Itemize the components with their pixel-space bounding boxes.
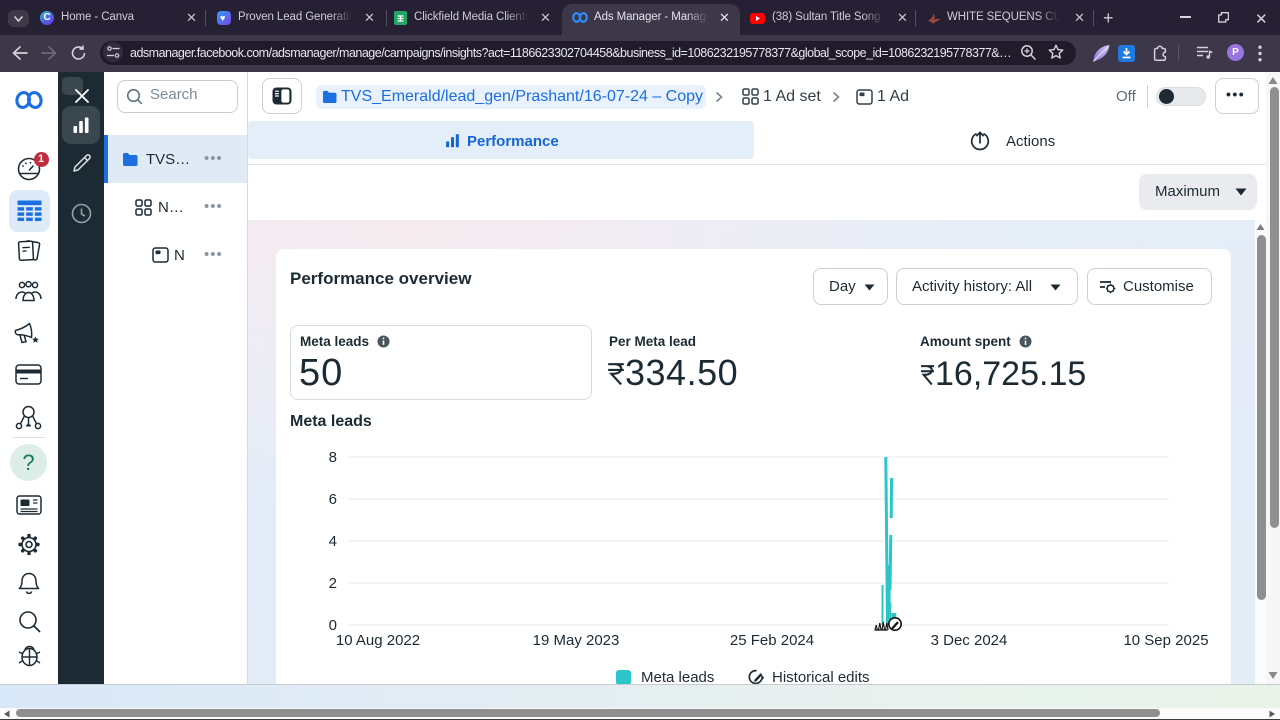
svg-text:2: 2	[329, 575, 337, 592]
svg-text:8: 8	[329, 449, 337, 466]
svg-text:3 Dec 2024: 3 Dec 2024	[931, 632, 1008, 649]
svg-text:6: 6	[329, 491, 337, 508]
svg-text:10 Sep 2025: 10 Sep 2025	[1123, 632, 1208, 649]
svg-text:4: 4	[329, 533, 337, 550]
svg-text:19 May 2023: 19 May 2023	[533, 632, 620, 649]
svg-text:10 Aug 2022: 10 Aug 2022	[336, 632, 420, 649]
svg-text:25 Feb 2024: 25 Feb 2024	[730, 632, 814, 649]
